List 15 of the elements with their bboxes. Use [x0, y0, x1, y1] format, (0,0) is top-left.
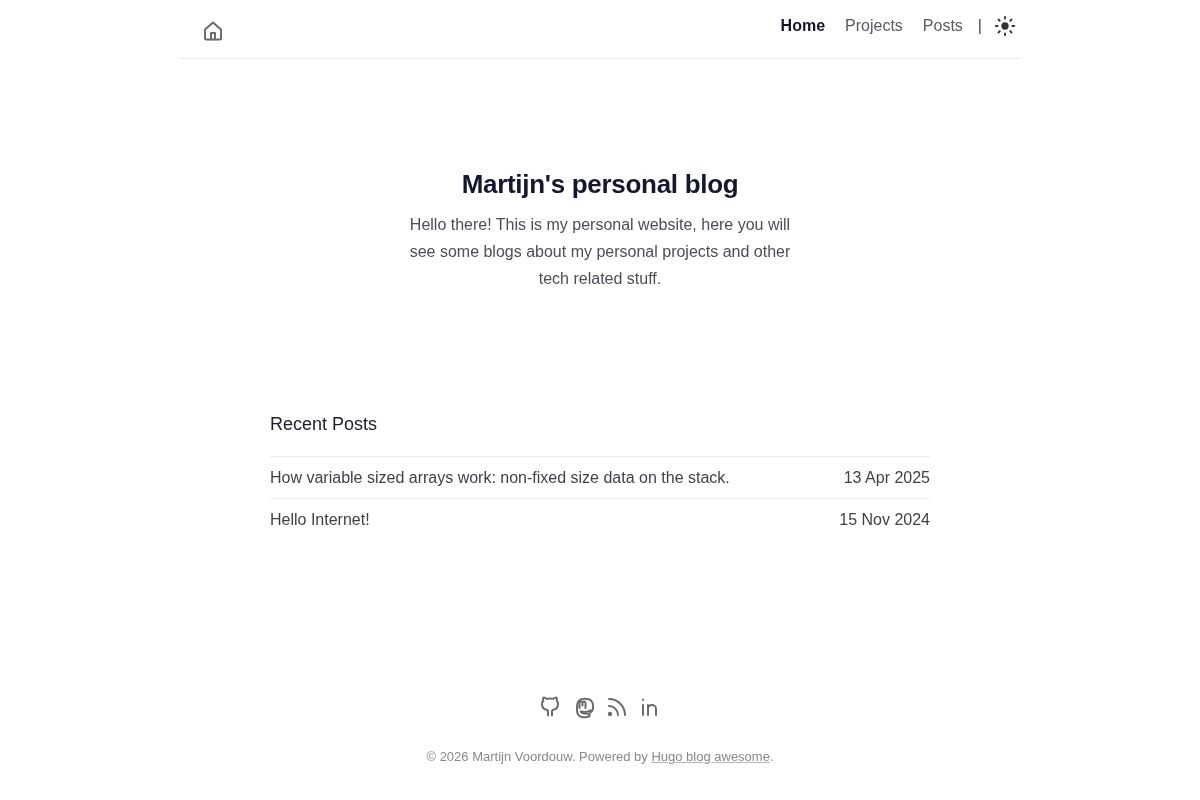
intro-text: Hello there! This is my personal website, here you will see some blogs about my personal projects and other tech related stuff.	[408, 215, 792, 289]
nav-link[interactable]: Projects	[845, 17, 903, 35]
nav-link[interactable]: Home	[780, 17, 826, 35]
credit-link[interactable]: Hugo blog awesome	[651, 749, 770, 764]
site-title: Martijn's personal blog	[460, 168, 740, 200]
nav-separator: |	[977, 17, 982, 35]
post-link[interactable]: Hello Internet!	[270, 510, 370, 529]
section-heading: Recent Posts	[270, 413, 379, 436]
post-date: 15 Nov 2024	[839, 510, 930, 529]
copyright-text: © 2026 Martijn Voordouw. Powered by Hugo blog awesome.	[426, 749, 774, 765]
sun-icon[interactable]	[994, 15, 1016, 37]
home-icon[interactable]	[201, 19, 225, 43]
nav-link[interactable]: Posts	[922, 17, 963, 35]
post-date: 13 Apr 2025	[843, 468, 930, 487]
post-link[interactable]: How variable sized arrays work: non-fixed size data on the stack.	[270, 468, 730, 487]
